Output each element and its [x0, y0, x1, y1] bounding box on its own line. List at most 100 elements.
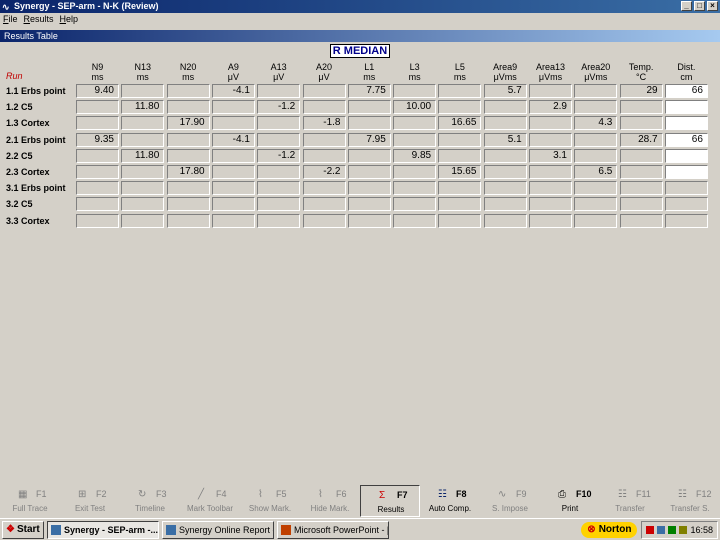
table-cell: [166, 213, 210, 228]
column-name: Dist.: [677, 62, 696, 72]
tray-speaker-icon[interactable]: [679, 526, 688, 534]
table-cell: [211, 213, 255, 228]
menu-label-rest: esults: [30, 14, 54, 24]
fkey-f10-button[interactable]: ⎙ F10 Print: [540, 485, 600, 517]
fkey-f3-button[interactable]: ↻ F3 Timeline: [120, 485, 180, 517]
table-cell: 11.80: [121, 148, 165, 163]
close-button[interactable]: ×: [707, 1, 718, 11]
fkey-label: Transfer: [615, 504, 645, 513]
taskbar-task[interactable]: Microsoft PowerPoint - [...: [277, 520, 389, 539]
fkey-number: F12: [696, 489, 712, 499]
table-cell: [664, 181, 708, 196]
table-cell: [619, 197, 663, 212]
table-cell: [257, 197, 301, 212]
column-header-l3: L3 ms: [392, 62, 437, 82]
table-cell: [121, 181, 165, 196]
table-cell: [619, 116, 663, 131]
start-button[interactable]: ❖ Start: [2, 520, 44, 539]
table-cell: [166, 197, 210, 212]
table-cell: [574, 181, 618, 196]
fkey-label: Show Mark.: [248, 504, 292, 513]
start-label: Start: [16, 524, 40, 535]
fkey-f4-button[interactable]: ╱ F4 Mark Toolbar: [180, 485, 240, 517]
fkey-f5-button[interactable]: ⌇ F5 Show Mark.: [240, 485, 300, 517]
table-cell: [438, 132, 482, 147]
table-cell[interactable]: [664, 148, 708, 163]
fkey-number: F8: [456, 489, 467, 499]
table-cell: [529, 197, 572, 212]
column-name: Area20: [581, 62, 611, 72]
table-cell: [121, 84, 165, 98]
table-cell[interactable]: 66: [664, 132, 708, 147]
table-cell: [529, 165, 572, 179]
table-cell: [76, 148, 119, 163]
table-cell[interactable]: [664, 165, 708, 179]
row-label: 3.3 Cortex: [6, 215, 50, 226]
fkey-f9-button[interactable]: ∿ F9 S. Impose: [480, 485, 540, 517]
menu-results[interactable]: Results: [24, 13, 54, 26]
table-cell: [121, 116, 165, 131]
table-cell: [574, 197, 618, 212]
table-cell: [121, 165, 165, 179]
fkey-f8-button[interactable]: ☷ F8 Auto Comp.: [420, 485, 480, 517]
table-cell: [76, 181, 119, 196]
tray-app-icon[interactable]: [668, 526, 677, 534]
fkey-f6-button[interactable]: ⌇ F6 Hide Mark.: [300, 485, 360, 517]
fkey-f11-button[interactable]: ☷ F11 Transfer: [600, 485, 660, 517]
fkey-label: Hide Mark.: [310, 504, 350, 513]
menu-help[interactable]: Help: [60, 13, 79, 26]
table-cell: [347, 148, 391, 163]
table-cell[interactable]: 66: [664, 84, 708, 98]
column-unit: μVms: [493, 72, 517, 82]
norton-icon: ⊗: [587, 524, 596, 535]
fkey-f7-button[interactable]: Σ F7 Results: [360, 485, 420, 517]
minimize-button[interactable]: _: [681, 1, 692, 11]
column-unit: μVms: [538, 72, 563, 82]
tray-shield-icon[interactable]: [646, 526, 655, 534]
table-cell[interactable]: [664, 100, 708, 115]
fkey-f1-button[interactable]: ▦ F1 Full Trace: [0, 485, 60, 517]
table-title: R MEDIAN: [330, 44, 390, 58]
table-cell: -1.2: [257, 100, 301, 115]
tray-area: 16:58: [641, 521, 718, 539]
fkey-number: F3: [156, 489, 167, 499]
fkey-f2-button[interactable]: ⊞ F2 Exit Test: [60, 485, 120, 517]
table-cell: [529, 132, 572, 147]
table-cell: [302, 148, 346, 163]
norton-button[interactable]: ⊗ Norton: [581, 522, 638, 538]
table-cell: [393, 116, 437, 131]
row-label: 2.1 Erbs point: [6, 134, 66, 145]
table-cell: [483, 197, 527, 212]
tray-network-icon[interactable]: [657, 526, 666, 534]
table-cell: [438, 84, 482, 98]
table-cell: [438, 197, 482, 212]
column-header-dist: Dist. cm: [664, 62, 709, 82]
table-cell: [347, 213, 391, 228]
task-app-icon: [166, 524, 176, 535]
table-cell: 7.95: [347, 132, 391, 147]
taskbar-task[interactable]: Synergy Online Report - ...: [162, 520, 274, 539]
fkey-label: Full Trace: [12, 504, 48, 513]
norton-label: Norton: [598, 524, 632, 535]
fkey-f12-button[interactable]: ☷ F12 Transfer S.: [660, 485, 720, 517]
table-cell: [347, 100, 391, 115]
taskbar-task[interactable]: Synergy - SEP-arm -...: [47, 520, 159, 539]
table-cell: [438, 100, 482, 115]
run-label: Run: [6, 71, 23, 81]
table-cell: [166, 100, 210, 115]
timeline-icon: ↻: [138, 489, 147, 500]
table-cell: [393, 84, 437, 98]
column-header-l5: L5 ms: [437, 62, 482, 82]
menu-label-rest: elp: [66, 14, 79, 24]
column-header-n20: N20 ms: [166, 62, 211, 82]
table-cell: [347, 181, 391, 196]
table-cell[interactable]: [664, 116, 708, 131]
table-cell: [529, 213, 572, 228]
table-cell: [121, 132, 165, 147]
table-cell: [257, 181, 301, 196]
menu-file[interactable]: File: [3, 13, 18, 26]
table-cell: 11.80: [121, 100, 165, 115]
table-cell: 2.9: [529, 100, 572, 115]
maximize-button[interactable]: □: [694, 1, 705, 11]
fkey-number: F9: [516, 489, 527, 499]
